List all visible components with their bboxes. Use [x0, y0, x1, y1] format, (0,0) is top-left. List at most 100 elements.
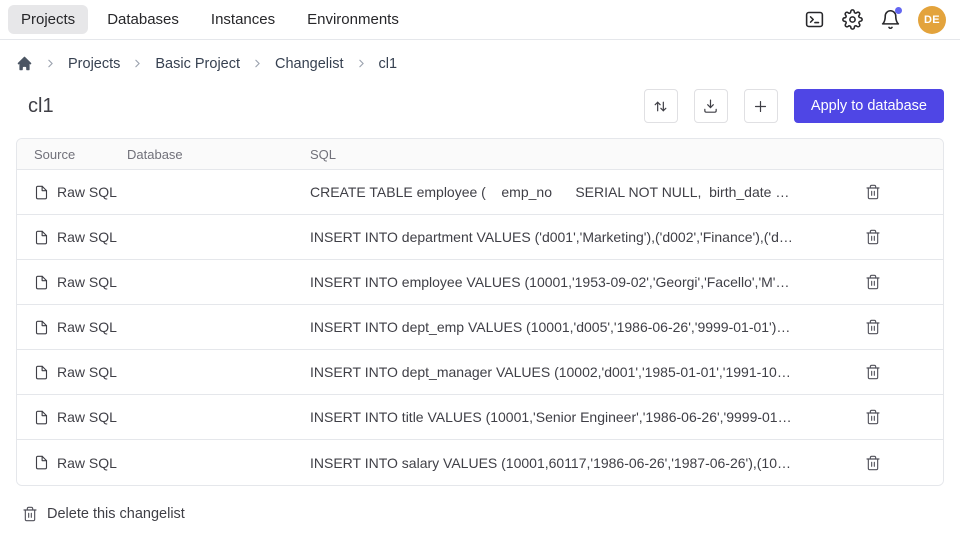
export-button[interactable] — [694, 89, 728, 123]
table-row[interactable]: Raw SQL INSERT INTO department VALUES ('… — [17, 215, 943, 260]
file-icon — [34, 275, 49, 290]
source-cell: Raw SQL — [17, 274, 127, 290]
home-icon — [16, 55, 33, 72]
avatar[interactable]: DE — [918, 6, 946, 34]
settings-button[interactable] — [842, 9, 863, 30]
file-icon — [34, 230, 49, 245]
title-actions: Apply to database — [644, 89, 944, 123]
file-icon — [34, 365, 49, 380]
nav-item-databases[interactable]: Databases — [94, 5, 192, 34]
source-cell: Raw SQL — [17, 455, 127, 471]
table-row[interactable]: Raw SQL INSERT INTO title VALUES (10001,… — [17, 395, 943, 440]
breadcrumb-item-basic-project[interactable]: Basic Project — [155, 56, 240, 72]
column-header-source: Source — [17, 147, 127, 162]
delete-row-button[interactable] — [861, 225, 885, 249]
breadcrumb-item-projects[interactable]: Projects — [68, 56, 120, 72]
row-actions — [803, 451, 943, 475]
chevron-right-icon — [355, 57, 368, 70]
row-actions — [803, 315, 943, 339]
column-header-sql: SQL — [310, 147, 803, 162]
nav-right-cluster: DE — [804, 6, 946, 34]
column-header-database: Database — [127, 147, 310, 162]
source-cell: Raw SQL — [17, 229, 127, 245]
trash-icon — [865, 184, 881, 200]
plus-icon — [752, 98, 769, 115]
breadcrumb: Projects Basic Project Changelist cl1 — [0, 40, 960, 72]
sql-text: CREATE TABLE employee ( emp_no SERIAL NO… — [310, 184, 803, 200]
file-icon — [34, 410, 49, 425]
chevron-right-icon — [131, 57, 144, 70]
source-label: Raw SQL — [57, 274, 117, 290]
delete-row-button[interactable] — [861, 315, 885, 339]
page-title: cl1 — [16, 95, 54, 118]
trash-icon — [865, 319, 881, 335]
table-body: Raw SQL CREATE TABLE employee ( emp_no S… — [17, 170, 943, 485]
delete-changelist-label: Delete this changelist — [47, 506, 185, 522]
source-label: Raw SQL — [57, 319, 117, 335]
breadcrumb-item-changelist[interactable]: Changelist — [275, 56, 344, 72]
file-icon — [34, 185, 49, 200]
table-row[interactable]: Raw SQL INSERT INTO dept_manager VALUES … — [17, 350, 943, 395]
delete-row-button[interactable] — [861, 270, 885, 294]
download-icon — [702, 98, 719, 115]
nav-item-projects[interactable]: Projects — [8, 5, 88, 34]
sql-text: INSERT INTO dept_manager VALUES (10002,'… — [310, 364, 803, 380]
source-label: Raw SQL — [57, 409, 117, 425]
trash-icon — [865, 229, 881, 245]
source-cell: Raw SQL — [17, 184, 127, 200]
nav-item-instances[interactable]: Instances — [198, 5, 288, 34]
sql-text: INSERT INTO title VALUES (10001,'Senior … — [310, 409, 803, 425]
source-label: Raw SQL — [57, 229, 117, 245]
row-actions — [803, 225, 943, 249]
changelist-table: Source Database SQL Raw SQL CREATE TABLE… — [16, 138, 944, 486]
sql-text: INSERT INTO employee VALUES (10001,'1953… — [310, 274, 803, 290]
delete-row-button[interactable] — [861, 360, 885, 384]
breadcrumb-home-button[interactable] — [16, 55, 33, 72]
main-nav: Projects Databases Instances Environment… — [8, 5, 412, 34]
table-row[interactable]: Raw SQL INSERT INTO employee VALUES (100… — [17, 260, 943, 305]
row-actions — [803, 405, 943, 429]
add-change-button[interactable] — [744, 89, 778, 123]
nav-item-environments[interactable]: Environments — [294, 5, 412, 34]
terminal-icon — [804, 9, 825, 30]
file-icon — [34, 320, 49, 335]
chevron-right-icon — [251, 57, 264, 70]
table-row[interactable]: Raw SQL CREATE TABLE employee ( emp_no S… — [17, 170, 943, 215]
table-row[interactable]: Raw SQL INSERT INTO salary VALUES (10001… — [17, 440, 943, 485]
notifications-button[interactable] — [880, 9, 901, 30]
source-label: Raw SQL — [57, 364, 117, 380]
top-nav: Projects Databases Instances Environment… — [0, 0, 960, 40]
file-icon — [34, 455, 49, 470]
trash-icon — [865, 455, 881, 471]
table-header-row: Source Database SQL — [17, 139, 943, 170]
sql-editor-button[interactable] — [804, 9, 825, 30]
source-cell: Raw SQL — [17, 409, 127, 425]
table-row[interactable]: Raw SQL INSERT INTO dept_emp VALUES (100… — [17, 305, 943, 350]
sql-text: INSERT INTO salary VALUES (10001,60117,'… — [310, 455, 803, 471]
reorder-button[interactable] — [644, 89, 678, 123]
apply-to-database-button[interactable]: Apply to database — [794, 89, 944, 123]
breadcrumb-item-cl1[interactable]: cl1 — [379, 56, 398, 72]
source-cell: Raw SQL — [17, 364, 127, 380]
source-label: Raw SQL — [57, 455, 117, 471]
chevron-right-icon — [44, 57, 57, 70]
notification-dot — [895, 7, 902, 14]
delete-row-button[interactable] — [861, 405, 885, 429]
sql-text: INSERT INTO department VALUES ('d001','M… — [310, 229, 803, 245]
row-actions — [803, 270, 943, 294]
row-actions — [803, 180, 943, 204]
trash-icon — [22, 506, 38, 522]
row-actions — [803, 360, 943, 384]
source-label: Raw SQL — [57, 184, 117, 200]
delete-row-button[interactable] — [861, 180, 885, 204]
gear-icon — [842, 9, 863, 30]
trash-icon — [865, 274, 881, 290]
trash-icon — [865, 409, 881, 425]
sort-arrows-icon — [652, 98, 669, 115]
delete-row-button[interactable] — [861, 451, 885, 475]
sql-text: INSERT INTO dept_emp VALUES (10001,'d005… — [310, 319, 803, 335]
delete-changelist-button[interactable]: Delete this changelist — [16, 506, 185, 522]
page-header: cl1 Apply to database — [0, 72, 960, 136]
source-cell: Raw SQL — [17, 319, 127, 335]
trash-icon — [865, 364, 881, 380]
